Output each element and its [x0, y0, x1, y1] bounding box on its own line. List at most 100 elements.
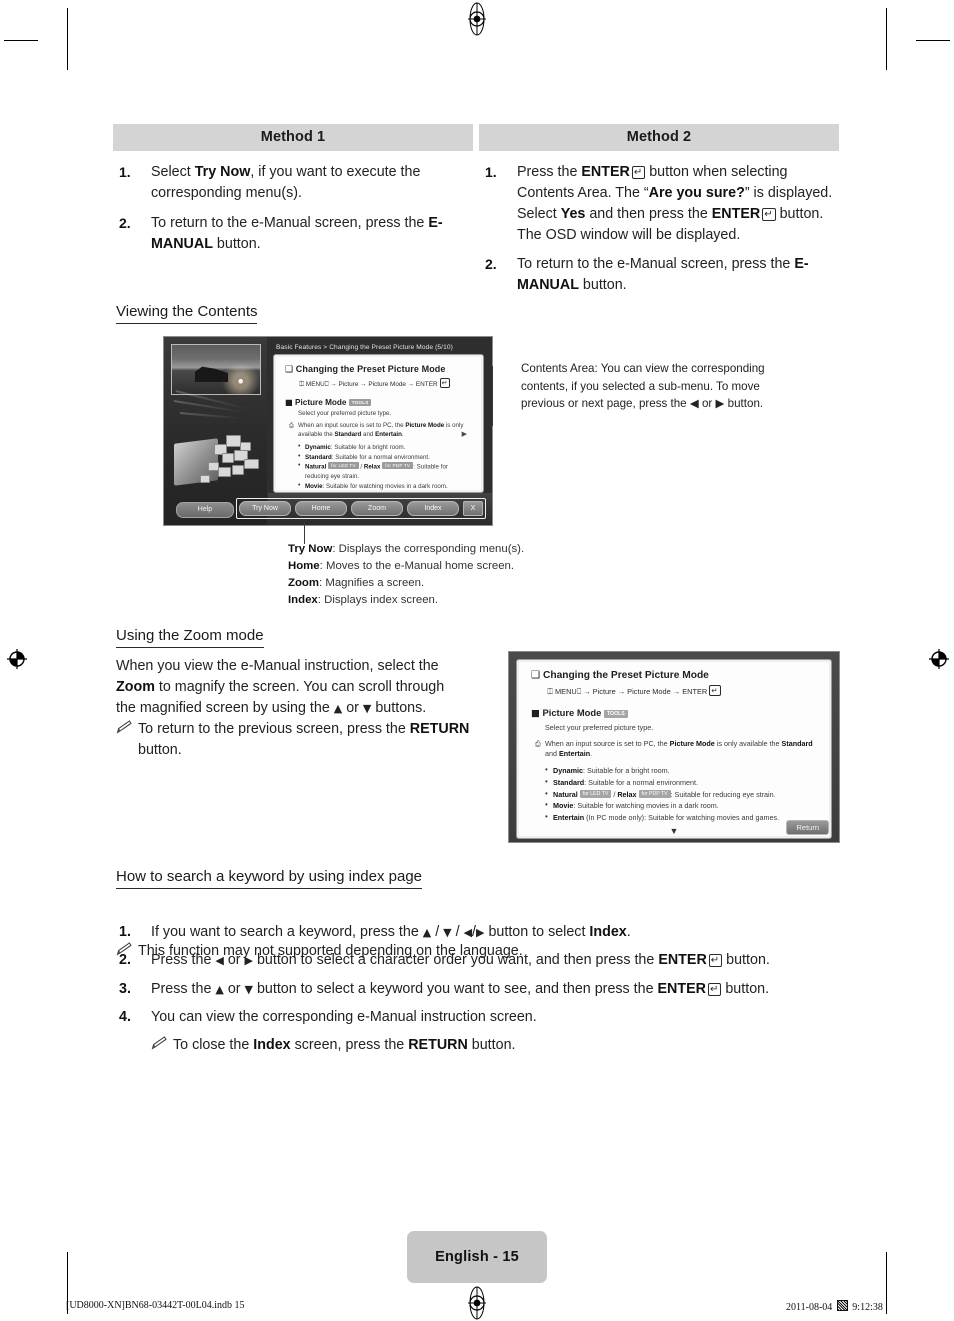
method-1-steps: 1. Select Try Now, if you want to execut… [113, 162, 473, 254]
legend-row: Zoom: Magnifies a screen. [288, 575, 548, 592]
step-number: 2. [119, 952, 131, 969]
list-item: Entertain (In PC mode only): Suitable fo… [545, 811, 817, 824]
manual-page: Method 1 Method 2 1. Select Try Now, if … [0, 0, 954, 1321]
floating-icon [240, 442, 251, 451]
pencil-icon [116, 720, 132, 734]
method-2-column: 1. Press the ENTER ↵ button when selectin… [479, 162, 839, 305]
legend-desc: : Displays the corresponding menu(s). [332, 543, 525, 555]
legend-term: Home [288, 560, 320, 573]
pencil-icon [151, 1036, 167, 1050]
legend-term: Zoom [288, 577, 320, 590]
step-text: To return to the e-Manual screen, press … [517, 256, 809, 294]
list-item: Standard: Suitable for a normal environm… [545, 776, 817, 789]
tv-illustration [170, 386, 262, 491]
step-number: 1. [119, 924, 131, 940]
footer-file-reference: [UD8000-XN]BN68-03442T-00L04.indb 15 [66, 1300, 245, 1311]
legend-term: Index [288, 594, 318, 607]
registration-mark-top [468, 2, 486, 36]
list-item: Natural for LED TV / Relax for PDP TV: S… [545, 788, 817, 801]
legend-desc: : Magnifies a screen. [319, 577, 425, 590]
legend-desc: : Displays index screen. [317, 594, 439, 607]
index-step-2: 2. Press the ◀ or ▶ button to select a c… [113, 950, 853, 971]
method-1-step-2: 2. To return to the e-Manual screen, pre… [113, 213, 473, 255]
floating-icon [218, 467, 231, 477]
contents-lead: Select your preferred picture type. [298, 410, 392, 417]
method-1-header: Method 1 [113, 124, 473, 151]
try-now-button[interactable]: Try Now [239, 501, 291, 516]
contents-subheading: ■ Picture Mode TOOLS [285, 397, 473, 407]
zoom-button[interactable]: Zoom [351, 501, 403, 516]
index-step-1: 1. If you want to search a keyword, pres… [113, 922, 853, 943]
list-item: Dynamic: Suitable for a bright room. [545, 764, 817, 777]
home-button[interactable]: Home [295, 501, 347, 516]
floating-icon [244, 459, 259, 469]
step-number: 3. [119, 980, 131, 997]
light-ray [179, 412, 242, 419]
index-button[interactable]: Index [407, 501, 459, 516]
step-text: If you want to search a keyword, press t… [151, 924, 631, 940]
floating-icon [232, 465, 244, 475]
button-legend: Try Now: Displays the corresponding menu… [288, 541, 548, 609]
crop-mark-top-right-h [916, 40, 950, 41]
barn-silhouette [194, 366, 229, 383]
methods-body-row: 1. Select Try Now, if you want to execut… [113, 162, 839, 305]
tools-tag: TOOLS [603, 709, 628, 718]
contents-area-note: Contents Area: You can view the correspo… [521, 362, 765, 411]
crop-mark-top-right-v [886, 8, 887, 70]
method-2-step-1: 1. Press the ENTER ↵ button when selectin… [479, 162, 839, 245]
scroll-down-icon[interactable]: ▼ [531, 826, 817, 836]
index-closing-note: To close the Index screen, press the RET… [151, 1035, 853, 1056]
zoom-contents-title: ❑ Changing the Preset Picture Mode [531, 670, 709, 681]
zoom-subheading: ■ Picture Mode TOOLS [531, 707, 817, 719]
methods-table: Method 1 Method 2 1. Select Try Now, if … [113, 124, 839, 305]
zoom-mode-heading: Using the Zoom mode [116, 627, 264, 648]
contents-note: ⎙ When an input source is set to PC, the… [289, 422, 467, 439]
floating-icon [226, 435, 241, 447]
step-text: Press the ◀ or ▶ button to select a char… [151, 952, 770, 969]
method-1-column: 1. Select Try Now, if you want to execut… [113, 162, 473, 305]
zoom-mode-screenshot: ❑ Changing the Preset Picture Mode ⎅ MEN… [508, 651, 840, 843]
zoom-menu-path: ⎅ MENU⎕ → Picture → Picture Mode → ENTER… [547, 685, 817, 697]
registration-mark-left [7, 649, 27, 669]
list-item: Movie: Suitable for watching movies in a… [545, 799, 817, 812]
note-text: To return to the previous screen, press … [138, 721, 470, 759]
crop-mark-top-left-v [67, 8, 68, 70]
floating-icon [222, 453, 234, 463]
emanual-sidebar: Help [164, 337, 267, 525]
zoom-bullet-list: Dynamic: Suitable for a bright room. Sta… [531, 764, 817, 824]
index-search-heading: How to search a keyword by using index p… [116, 868, 423, 889]
step-number: 1. [485, 164, 497, 180]
emanual-breadcrumb: Basic Features > Changing the Preset Pic… [276, 344, 453, 351]
registration-mark-right [929, 649, 949, 669]
step-number: 2. [119, 214, 131, 231]
step-number: 2. [485, 256, 497, 273]
methods-header-row: Method 1 Method 2 [113, 124, 839, 151]
list-item: Movie: Suitable for watching movies in a… [298, 481, 473, 490]
note-text: To close the Index screen, press the RET… [173, 1036, 516, 1053]
step-text: Press the ▲ or ▼ button to select a keyw… [151, 980, 770, 997]
step-text: To return to the e-Manual screen, press … [151, 214, 443, 252]
zoom-contents-area[interactable]: ❑ Changing the Preset Picture Mode ⎅ MEN… [517, 660, 831, 838]
floating-icon [200, 475, 210, 483]
step-number: 1. [119, 164, 131, 180]
close-button[interactable]: X [463, 501, 483, 516]
emanual-contents-area[interactable]: ❑ Changing the Preset Picture Mode ⎅ MEN… [274, 355, 483, 492]
emanual-screenshot: Help Basic Features > Changing the Prese… [163, 336, 493, 526]
step-text: You can view the corresponding e-Manual … [151, 1009, 537, 1026]
zoom-note: ⎙ When an input source is set to PC, the… [535, 739, 813, 759]
return-button[interactable]: Return [786, 820, 829, 835]
step-number: 4. [119, 1009, 131, 1026]
crop-mark-top-left-h [4, 40, 38, 41]
light-ray [173, 400, 244, 413]
list-item: Natural for LED TV / Relax for PDP TV: S… [298, 461, 473, 482]
help-button[interactable]: Help [176, 502, 234, 518]
page-number-badge: English - 15 [407, 1231, 547, 1283]
zoom-mode-paragraph: When you view the e-Manual instruction, … [116, 658, 445, 717]
legend-row: Index: Displays index screen. [288, 592, 548, 609]
next-page-arrow-icon[interactable]: ▶ [462, 430, 467, 439]
method-1-step-1: 1. Select Try Now, if you want to execut… [113, 162, 473, 204]
legend-row: Try Now: Displays the corresponding menu… [288, 541, 548, 558]
viewing-contents-heading: Viewing the Contents [116, 303, 258, 324]
list-item: Dynamic: Suitable for a bright room. [298, 442, 473, 453]
legend-row: Home: Moves to the e-Manual home screen. [288, 558, 548, 575]
